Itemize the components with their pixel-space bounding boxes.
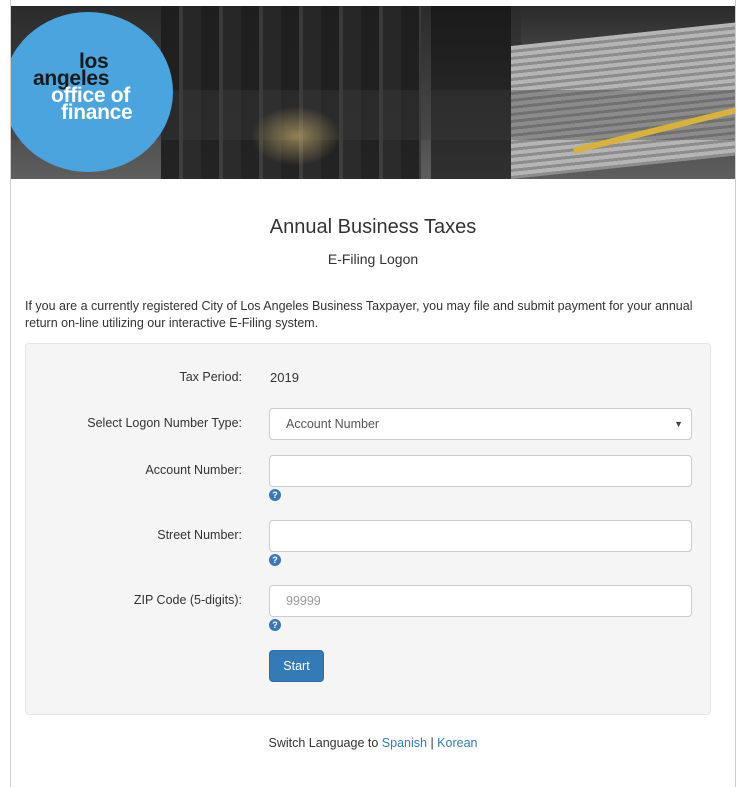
logon-type-select[interactable]: Account Number ▼ [269, 408, 692, 440]
language-switcher: Switch Language to Spanish | Korean [11, 736, 735, 750]
tax-period-label: Tax Period: [179, 370, 242, 384]
page-subtitle: E-Filing Logon [327, 251, 419, 267]
street-number-label: Street Number: [157, 528, 242, 542]
zip-code-label: ZIP Code (5-digits): [133, 593, 242, 607]
spanish-link[interactable]: Spanish [382, 736, 427, 750]
zip-code-input[interactable] [269, 585, 692, 617]
start-button[interactable]: Start [269, 650, 324, 682]
banner-image-glow [251, 106, 341, 166]
question-circle-icon[interactable]: ? [269, 619, 281, 631]
account-number-input[interactable] [269, 455, 692, 487]
logon-type-selected-value: Account Number [286, 417, 380, 431]
question-circle-icon[interactable]: ? [269, 554, 281, 566]
tax-period-value: 2019 [270, 370, 299, 385]
header-banner: los angeles office of finance [11, 6, 735, 179]
intro-text: If you are a currently registered City o… [25, 299, 693, 330]
street-number-input[interactable] [269, 520, 692, 552]
logon-type-label: Select Logon Number Type: [87, 416, 242, 430]
korean-link[interactable]: Korean [437, 736, 477, 750]
page-title: Annual Business Taxes [269, 216, 477, 238]
question-circle-icon[interactable]: ? [269, 489, 281, 501]
logo: los angeles office of finance [33, 51, 173, 123]
account-number-label: Account Number: [145, 463, 242, 477]
language-prefix: Switch Language to [268, 736, 382, 750]
caret-down-icon: ▼ [674, 419, 683, 429]
language-separator: | [426, 736, 438, 750]
